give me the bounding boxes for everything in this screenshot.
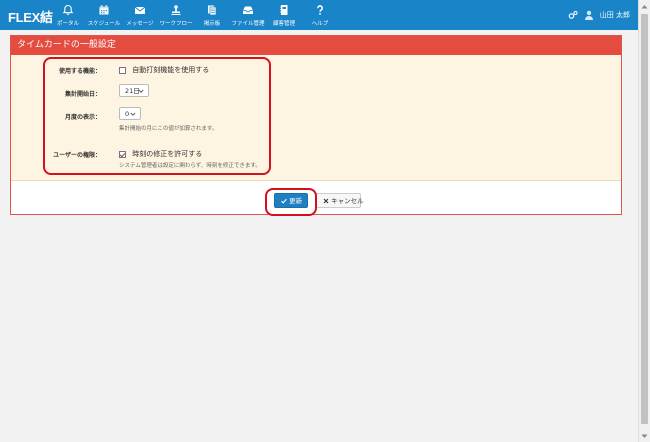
calendar-icon [97, 3, 111, 17]
nav-label: ポータル [56, 21, 79, 27]
scroll-down-arrow-icon[interactable] [639, 430, 650, 442]
inbox-icon [241, 3, 255, 17]
scroll-up-arrow-icon[interactable] [639, 0, 650, 12]
nav-label: ヘルプ [311, 21, 329, 27]
top-nav-bar: FLEX結 ポータル スケジュール メッセージ ワークフロー 掲示板 ファイル管… [0, 0, 638, 30]
envelope-icon [133, 3, 147, 17]
board-icon [205, 3, 219, 17]
cancel-button-label: キャンセル [331, 197, 364, 205]
nav-label: スケジュール [87, 21, 121, 27]
settings-icon[interactable] [568, 10, 578, 20]
vertical-scrollbar[interactable] [638, 0, 650, 442]
nav-item-portal[interactable]: ポータル [50, 0, 86, 30]
scrollbar-thumb[interactable] [641, 14, 648, 424]
nav-label: 掲示板 [203, 21, 221, 27]
nav-item-message[interactable]: メッセージ [122, 0, 158, 30]
bell-icon [61, 3, 75, 17]
nav-item-board[interactable]: 掲示板 [194, 0, 230, 30]
nav-label: ファイル管理 [231, 21, 265, 27]
stamp-icon [169, 3, 183, 17]
nav-item-help[interactable]: ヘルプ [302, 0, 338, 30]
cancel-button[interactable]: キャンセル [316, 193, 364, 208]
user-name[interactable]: 山田 太郎 [600, 10, 630, 20]
main-nav: ポータル スケジュール メッセージ ワークフロー 掲示板 ファイル管理 顧客管理… [50, 0, 338, 30]
nav-label: メッセージ [126, 21, 154, 27]
nav-item-workflow[interactable]: ワークフロー [158, 0, 194, 30]
user-avatar-icon[interactable] [584, 10, 594, 20]
nav-item-schedule[interactable]: スケジュール [86, 0, 122, 30]
nav-item-customer-management[interactable]: 顧客管理 [266, 0, 302, 30]
question-icon [313, 3, 327, 17]
close-icon [323, 198, 329, 203]
nav-item-file-management[interactable]: ファイル管理 [230, 0, 266, 30]
nav-label: 顧客管理 [272, 21, 295, 27]
panel-title: タイムカードの一般設定 [11, 36, 621, 55]
user-area: 山田 太郎 [568, 0, 630, 30]
book-icon [277, 3, 291, 17]
update-button-highlight [265, 188, 317, 216]
nav-label: ワークフロー [159, 21, 193, 27]
app-logo[interactable]: FLEX結 [8, 7, 53, 26]
settings-highlight-box [43, 57, 271, 175]
